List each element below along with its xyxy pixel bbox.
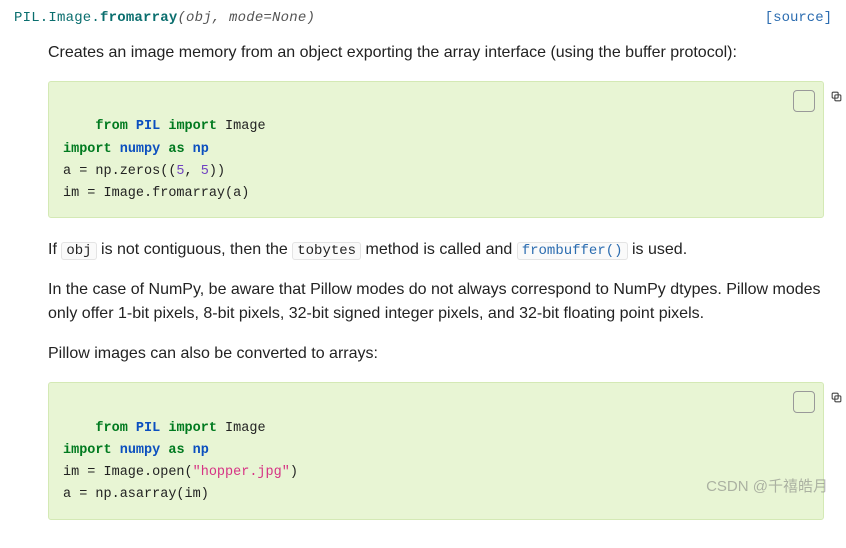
code-example-1: from PIL import Image import numpy as np…: [48, 81, 824, 218]
code-example-2: from PIL import Image import numpy as np…: [48, 382, 824, 519]
inline-code-tobytes: tobytes: [292, 242, 361, 260]
doc-body: Creates an image memory from an object e…: [14, 41, 832, 520]
copy-icon: [765, 369, 843, 436]
function-signature: PIL.Image.fromarray(obj, mode=None): [14, 8, 315, 29]
intro-paragraph: Creates an image memory from an object e…: [48, 41, 824, 65]
copy-button[interactable]: [793, 391, 815, 413]
signature-row: PIL.Image.fromarray(obj, mode=None) [sou…: [14, 8, 832, 29]
function-args: (obj, mode=None): [177, 10, 315, 26]
copy-icon: [765, 68, 843, 135]
function-name: fromarray: [100, 10, 177, 26]
copy-button[interactable]: [793, 90, 815, 112]
numpy-note-paragraph: In the case of NumPy, be aware that Pill…: [48, 278, 824, 326]
inline-code-obj: obj: [61, 242, 96, 260]
convert-paragraph: Pillow images can also be converted to a…: [48, 342, 824, 366]
source-link[interactable]: [source]: [765, 8, 832, 29]
module-path: PIL.Image.: [14, 10, 100, 26]
inline-link-frombuffer[interactable]: frombuffer(): [517, 242, 628, 260]
contiguous-paragraph: If obj is not contiguous, then the tobyt…: [48, 238, 824, 262]
